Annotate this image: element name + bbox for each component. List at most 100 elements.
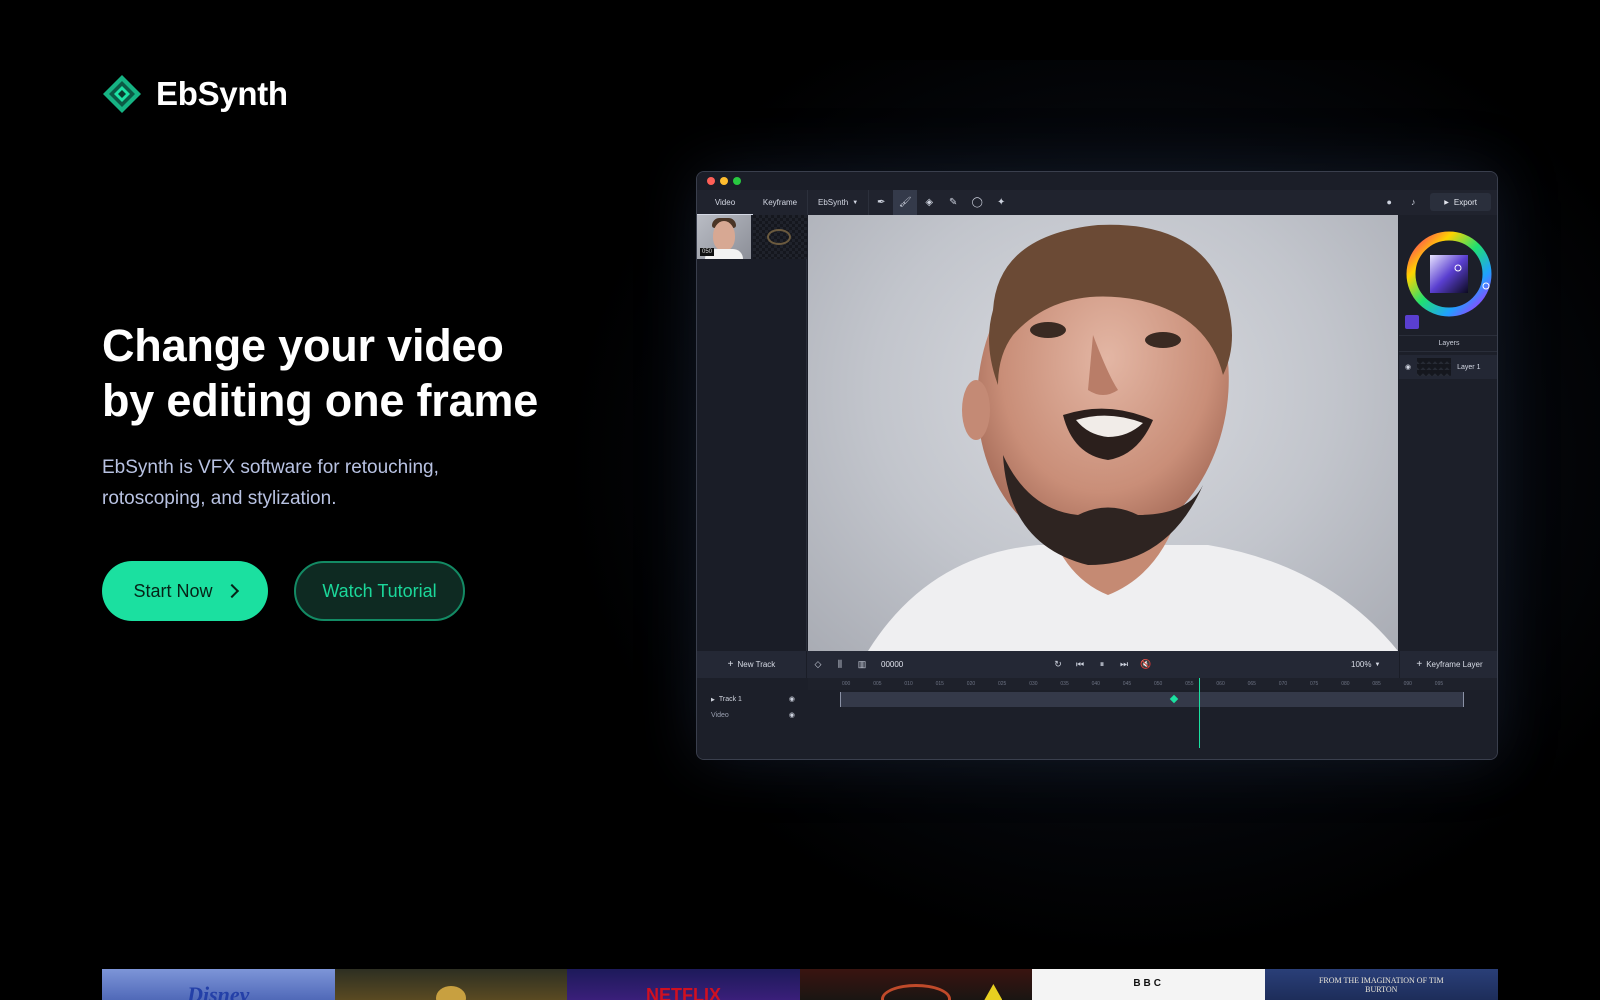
ruler-tick-label: 000: [842, 681, 851, 687]
hero-title-line-2: by editing one frame: [102, 375, 539, 426]
video-track-label: Video ◉: [697, 708, 807, 723]
client-logos-strip: Disney NETFLIX BBC FROM THE IMAGINATION …: [102, 969, 1498, 1000]
chevron-right-icon: [224, 583, 239, 599]
timeline-ruler[interactable]: 000 005 010 015 020 025 030 035 040 045 050 055 060 0…: [808, 678, 1497, 690]
logo-tim-burton: FROM THE IMAGINATION OF TIM BURTON: [1264, 969, 1498, 1000]
track-label: ▶ Track 1 ◉: [697, 692, 807, 707]
magic-wand-icon[interactable]: ✦: [989, 190, 1013, 215]
playhead[interactable]: [1199, 678, 1200, 748]
keyframe-thumbnail-style[interactable]: [753, 215, 807, 259]
skip-forward-icon[interactable]: ⏭: [1113, 651, 1135, 678]
thumb-frame-badge: 050: [700, 248, 715, 256]
user-icon[interactable]: ●: [1382, 195, 1396, 209]
thumb-face: [713, 221, 735, 251]
brand-name: EbSynth: [156, 75, 288, 112]
split-icon[interactable]: ⫼: [829, 651, 851, 678]
hero-subtitle: EbSynth is VFX software for retouching, …: [102, 452, 482, 514]
tab-video[interactable]: Video: [697, 190, 753, 215]
logo-disney: Disney: [102, 969, 335, 1000]
logo-disney-text: Disney: [187, 982, 250, 1000]
export-button[interactable]: ▶ Export: [1430, 193, 1491, 211]
timeline: 000 005 010 015 020 025 030 035 040 045 050 055 060 0…: [697, 678, 1497, 759]
keyframe-layer-button[interactable]: + Keyframe Layer: [1399, 651, 1497, 678]
track-row[interactable]: ▶ Track 1 ◉: [697, 692, 1497, 707]
new-track-button[interactable]: + New Track: [697, 651, 807, 678]
eye-icon[interactable]: ◉: [789, 695, 795, 703]
ruler-tick-label: 095: [1434, 681, 1444, 687]
keyframe-sidebar: 050: [697, 215, 807, 651]
pipette-tool-icon[interactable]: ✎: [941, 190, 965, 215]
minimize-window-icon[interactable]: [720, 177, 728, 185]
zoom-select[interactable]: 100% ▼: [1351, 651, 1380, 678]
brush-tool-icon[interactable]: 🖌: [893, 190, 918, 215]
ruler-tick-label: 055: [1185, 681, 1194, 687]
toolbar-right: ● ♪ ▶ Export: [1382, 193, 1491, 211]
layer-thumbnail: [1417, 358, 1452, 376]
ruler-tick-label: 045: [1122, 681, 1132, 687]
logo-tile-2-mark: [435, 986, 466, 1000]
video-track-row[interactable]: Video ◉: [697, 708, 1497, 723]
color-swatch[interactable]: [1405, 315, 1419, 329]
ruler-tick-label: 090: [1403, 681, 1412, 687]
caret-right-icon: ▶: [711, 696, 715, 703]
tab-keyframe[interactable]: Keyframe: [753, 190, 807, 215]
chevron-down-icon: ▼: [1374, 661, 1381, 668]
plus-icon: +: [727, 659, 734, 670]
logo-bbc-text: BBC: [1133, 978, 1164, 989]
start-now-label: Start Now: [133, 580, 213, 601]
eye-icon[interactable]: ◉: [789, 711, 795, 719]
ruler-tick-label: 020: [966, 681, 976, 687]
loop-icon[interactable]: ↻: [1047, 651, 1069, 678]
ruler-tick-label: 015: [935, 681, 944, 687]
start-now-button[interactable]: Start Now: [102, 561, 268, 621]
play-icon: ▶: [1444, 199, 1449, 206]
keyframe-layer-label: Keyframe Layer: [1426, 660, 1483, 669]
maximize-window-icon[interactable]: [733, 177, 741, 185]
window-titlebar: [697, 172, 1497, 190]
pen-tool-icon[interactable]: ✒: [869, 190, 893, 215]
brand-logo[interactable]: EbSynth: [102, 74, 288, 114]
logo-netflix: NETFLIX: [567, 969, 800, 1000]
ruler-tick-label: 060: [1216, 681, 1225, 687]
mute-icon[interactable]: 🔇: [1135, 651, 1157, 678]
pause-icon[interactable]: ⏸: [1091, 651, 1113, 678]
track-clip[interactable]: [840, 692, 1464, 707]
hero-title: Change your video by editing one frame: [102, 318, 602, 428]
mode-select[interactable]: EbSynth ▼: [807, 190, 870, 215]
trash-icon[interactable]: ▥: [851, 651, 873, 678]
eye-icon[interactable]: ◉: [1405, 363, 1411, 371]
hero-subtitle-line-1: EbSynth is VFX software for retouching,: [102, 457, 439, 478]
layers-title: Layers: [1399, 335, 1497, 352]
ruler-tick-label: 065: [1247, 681, 1256, 687]
keyframe-marker[interactable]: [1169, 694, 1179, 704]
export-label: Export: [1453, 197, 1477, 207]
ruler-tick-label: 040: [1091, 681, 1100, 687]
lasso-tool-icon[interactable]: ◯: [965, 190, 989, 215]
color-wheel-icon[interactable]: [1405, 230, 1493, 318]
ruler-tick-label: 085: [1372, 681, 1381, 687]
ebsynth-logo-icon: [102, 74, 142, 114]
ruler-tick-label: 025: [998, 681, 1007, 687]
eraser-tool-icon[interactable]: ◈: [917, 190, 941, 215]
keyframe-thumbnail-video[interactable]: 050: [697, 215, 751, 259]
logo-tile-4-badge: [984, 984, 1003, 1000]
new-track-label: New Track: [737, 660, 776, 669]
track-name: Track 1: [718, 696, 742, 703]
layer-row[interactable]: ◉ Layer 1: [1399, 355, 1497, 379]
ruler-tick-label: 030: [1029, 681, 1038, 687]
skip-back-icon[interactable]: ⏮: [1069, 651, 1091, 678]
logo-bbc: BBC: [1032, 969, 1265, 1000]
close-window-icon[interactable]: [707, 177, 715, 185]
plus-icon: +: [1416, 659, 1423, 670]
keyframe-add-icon[interactable]: ◇: [807, 651, 829, 678]
watch-tutorial-button[interactable]: Watch Tutorial: [294, 561, 465, 621]
app-toolbar: Video Keyframe EbSynth ▼ ✒ 🖌 ◈ ✎ ◯ ✦ ● ♪…: [697, 190, 1497, 215]
frame-counter[interactable]: 00000: [881, 660, 931, 669]
zoom-value: 100%: [1351, 660, 1372, 669]
video-viewport[interactable]: [808, 215, 1398, 651]
bell-icon[interactable]: ♪: [1406, 195, 1420, 209]
hero-title-line-1: Change your video: [102, 320, 504, 371]
logo-tile-2: [334, 969, 568, 1000]
logo-netflix-text: NETFLIX: [645, 985, 721, 1000]
portrait-image: [868, 224, 1398, 651]
